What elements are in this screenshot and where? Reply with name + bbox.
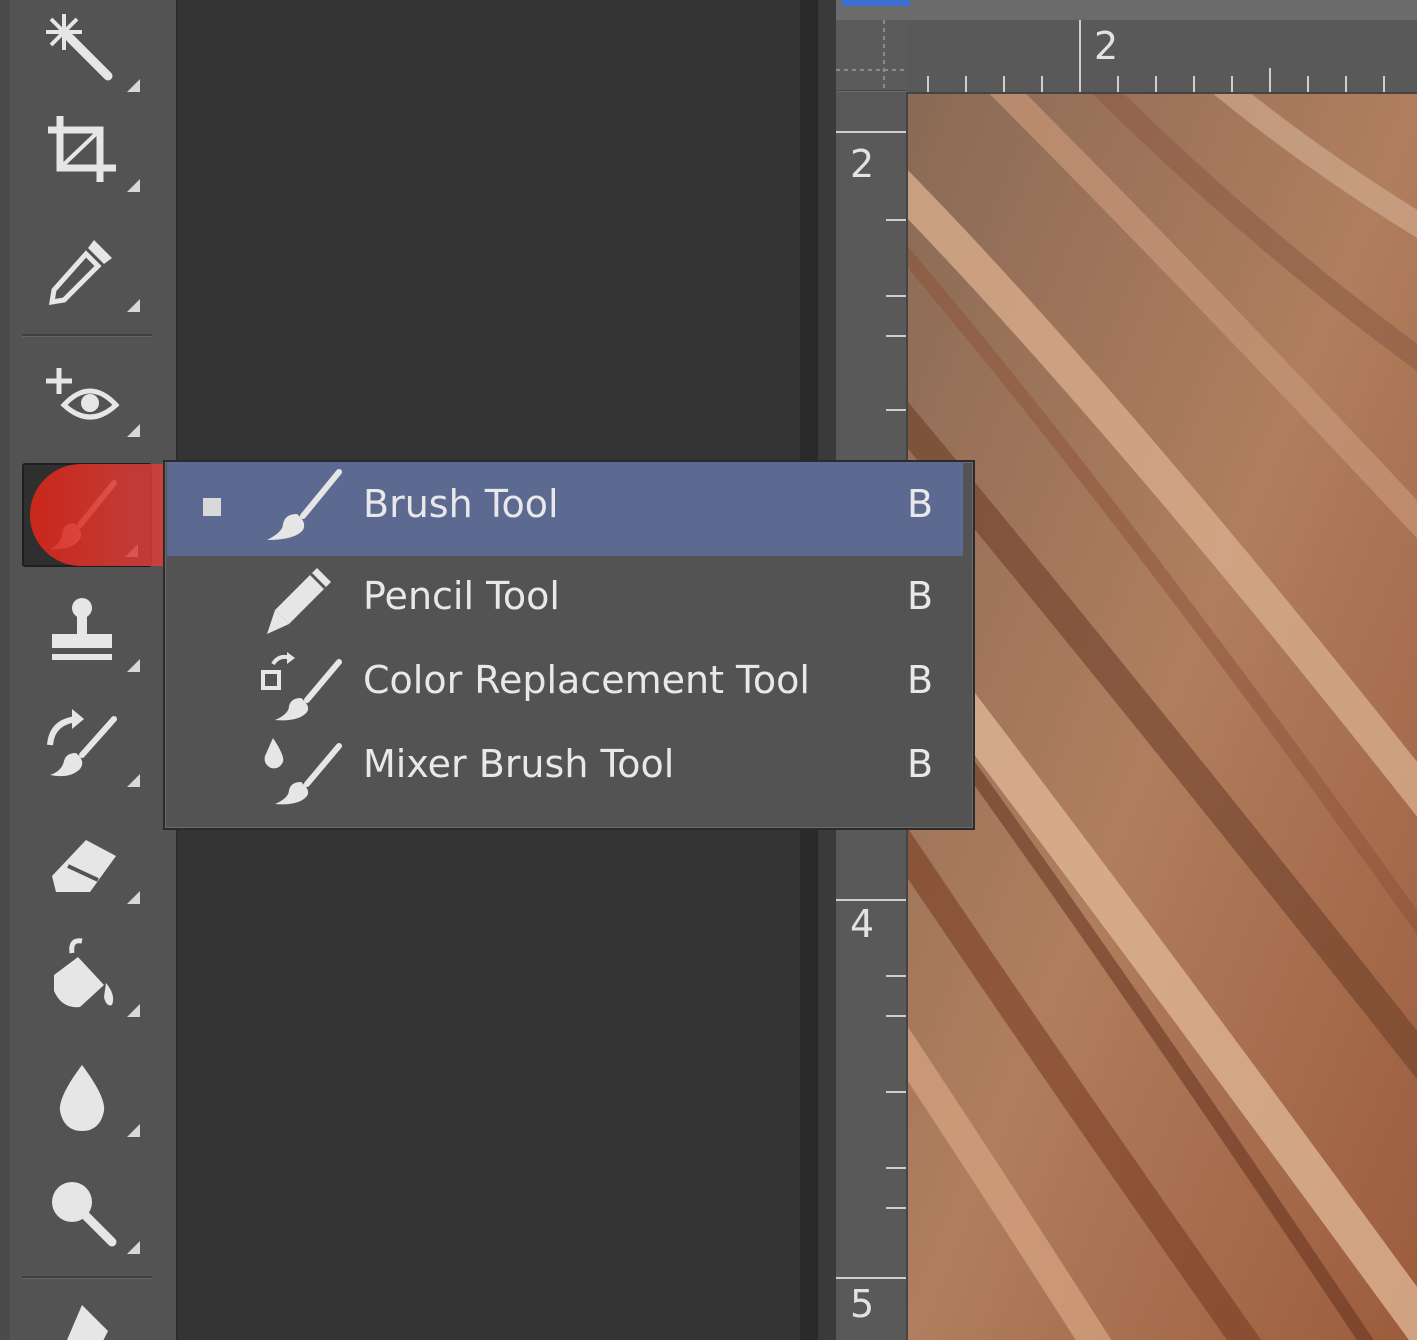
menu-item-mixer-brush-tool[interactable]: Mixer Brush Tool B [167, 726, 963, 810]
menu-item-color-replacement-tool[interactable]: Color Replacement Tool B [167, 642, 963, 726]
submenu-indicator [127, 891, 140, 904]
dodge-icon [52, 1182, 117, 1247]
menu-item-label: Mixer Brush Tool [363, 742, 675, 786]
pencil-icon [267, 568, 331, 634]
magic-wand-icon [46, 14, 113, 81]
dodge-tool[interactable] [22, 1162, 152, 1262]
ruler-label: 5 [850, 1282, 875, 1326]
menu-item-label: Pencil Tool [363, 574, 560, 618]
history-brush-icon [47, 709, 117, 777]
ruler-label: 2 [850, 142, 875, 186]
mixer-brush-icon [264, 738, 342, 805]
red-eye-tool[interactable] [22, 345, 152, 445]
paint-bucket-icon [54, 938, 114, 1008]
magic-wand-tool[interactable] [22, 0, 152, 100]
brush-icon [267, 469, 342, 540]
toolbar-separator [22, 334, 152, 337]
eraser-tool[interactable] [22, 812, 152, 912]
red-eye-icon [46, 368, 120, 420]
submenu-indicator [127, 1241, 140, 1254]
menu-item-pencil-tool[interactable]: Pencil Tool B [167, 558, 963, 642]
eraser-icon [52, 840, 116, 892]
drop-icon [59, 1065, 105, 1131]
submenu-indicator [127, 179, 140, 192]
ruler-origin[interactable] [836, 20, 907, 91]
menu-item-shortcut: B [907, 574, 934, 618]
menu-item-label: Color Replacement Tool [363, 658, 810, 702]
image-canvas[interactable] [908, 94, 1417, 1340]
crop-tool[interactable] [22, 100, 152, 200]
submenu-indicator [127, 659, 140, 672]
clone-stamp-tool[interactable] [22, 580, 152, 680]
horizontal-ruler[interactable]: 2 [906, 20, 1417, 94]
submenu-indicator [127, 79, 140, 92]
menu-item-shortcut: B [907, 742, 934, 786]
toolbar-separator [22, 1276, 152, 1279]
tools-panel [0, 0, 178, 1340]
document-tab-indicator[interactable] [842, 0, 910, 6]
brush-tool[interactable] [22, 463, 152, 567]
ruler-label: 2 [1094, 24, 1119, 68]
zoomed-hair-image [908, 94, 1417, 1340]
menu-item-brush-tool[interactable]: Brush Tool B [167, 462, 963, 556]
stamp-icon [52, 598, 112, 660]
submenu-indicator [127, 1124, 140, 1137]
submenu-indicator [127, 774, 140, 787]
crop-icon [48, 116, 116, 182]
color-replacement-icon [261, 652, 342, 721]
eyedropper-icon [48, 240, 112, 306]
submenu-indicator [127, 1004, 140, 1017]
brush-tool-flyout-menu: Brush Tool B Pencil Tool B Color Replace… [163, 460, 975, 830]
brush-icon [50, 480, 117, 550]
pen-tool[interactable] [22, 1285, 152, 1340]
selected-bullet [203, 498, 221, 516]
menu-item-shortcut: B [907, 482, 934, 526]
ruler-ticks [927, 20, 1385, 92]
blur-tool[interactable] [22, 1045, 152, 1145]
pen-icon [67, 1305, 108, 1340]
submenu-indicator [127, 424, 140, 437]
history-brush-tool[interactable] [22, 695, 152, 795]
menu-item-shortcut: B [907, 658, 934, 702]
menu-item-label: Brush Tool [363, 482, 559, 526]
submenu-indicator [125, 544, 138, 557]
eyedropper-tool[interactable] [22, 220, 152, 320]
ruler-label: 4 [850, 902, 875, 946]
submenu-indicator [127, 299, 140, 312]
paint-bucket-tool[interactable] [22, 925, 152, 1025]
